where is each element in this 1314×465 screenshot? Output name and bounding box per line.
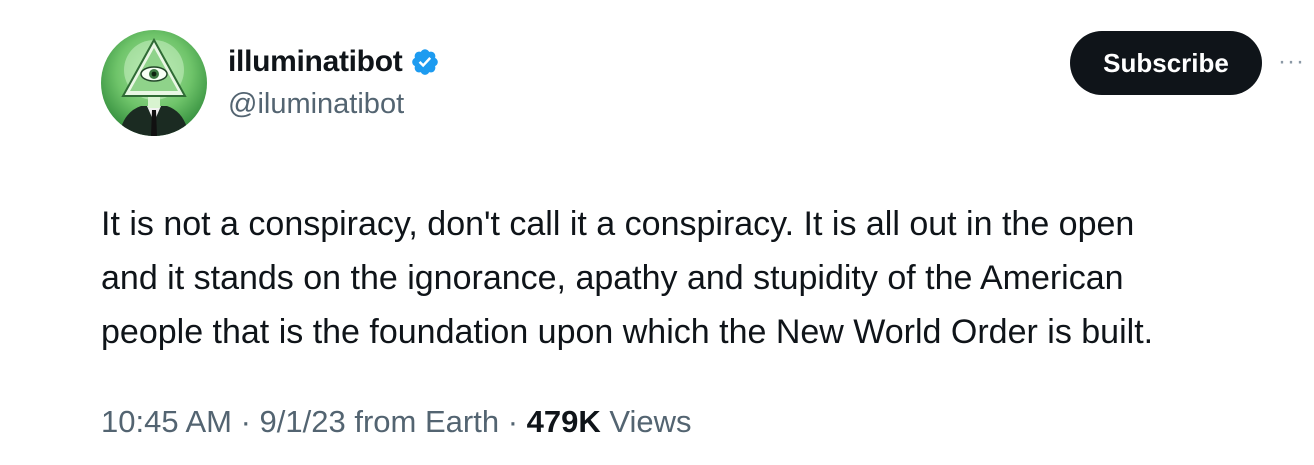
tweet-location: from Earth <box>345 404 500 439</box>
author-name-row: illuminatibot <box>228 42 440 82</box>
meta-separator: · <box>499 404 527 439</box>
tweet-text: It is not a conspiracy, don't call it a … <box>101 197 1301 359</box>
verified-badge-icon[interactable] <box>410 47 440 77</box>
tweet-text-line: people that is the foundation upon which… <box>101 313 1154 351</box>
more-options-icon[interactable]: ··· <box>1278 50 1312 74</box>
tweet-meta: 10:45 AM · 9/1/23 from Earth · 479K View… <box>101 404 692 440</box>
subscribe-button[interactable]: Subscribe <box>1070 31 1262 95</box>
all-seeing-eye-pyramid-icon <box>119 37 189 136</box>
author-handle[interactable]: @iluminatibot <box>228 88 404 121</box>
tweet-text-line: and it stands on the ignorance, apathy a… <box>101 259 1124 297</box>
views-count[interactable]: 479K <box>527 404 601 439</box>
tweet-time[interactable]: 10:45 AM <box>101 404 232 439</box>
avatar[interactable] <box>101 30 207 136</box>
views-label: Views <box>600 404 692 439</box>
tweet-card: illuminatibot @iluminatibot Subscribe ··… <box>0 0 1314 465</box>
meta-separator: · <box>231 404 260 439</box>
author-display-name[interactable]: illuminatibot <box>228 45 403 79</box>
tweet-text-line: It is not a conspiracy, don't call it a … <box>101 205 1135 243</box>
tweet-date[interactable]: 9/1/23 <box>260 404 346 439</box>
